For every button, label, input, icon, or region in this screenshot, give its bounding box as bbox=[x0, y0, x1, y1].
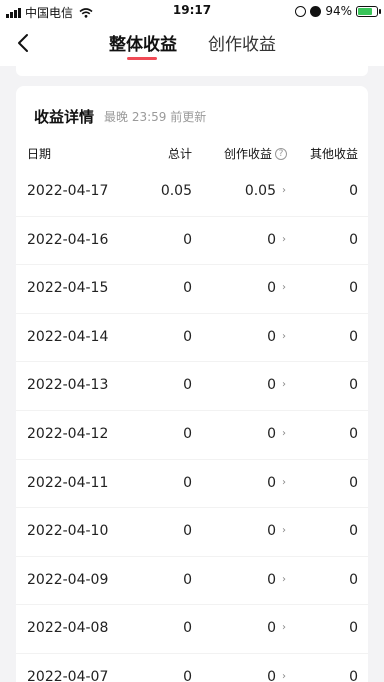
row-total: 0 bbox=[183, 231, 192, 248]
battery-percent: 94% bbox=[325, 4, 352, 18]
status-right: 94% bbox=[295, 4, 381, 18]
summary-card-bottom bbox=[16, 66, 368, 76]
row-date: 2022-04-08 bbox=[27, 620, 109, 637]
row-creation-income[interactable]: 0.05 bbox=[245, 183, 276, 199]
row-other-income: 0 bbox=[349, 474, 358, 491]
chevron-right-icon[interactable]: › bbox=[282, 622, 286, 633]
row-total: 0 bbox=[183, 668, 192, 682]
table-row: 2022-04-14 0 0 0 › bbox=[16, 314, 368, 363]
income-details-card: 收益详情 最晚 23:59 前更新 日期 总计 创作收益 ? 其他收益 2022… bbox=[16, 86, 368, 682]
chevron-right-icon[interactable]: › bbox=[282, 525, 286, 536]
table-row: 2022-04-16 0 0 0 › bbox=[16, 217, 368, 266]
column-header-creation: 创作收益 ? bbox=[224, 145, 287, 162]
row-total: 0 bbox=[183, 425, 192, 442]
table-row: 2022-04-15 0 0 0 › bbox=[16, 265, 368, 314]
row-creation-income[interactable]: 0 bbox=[267, 475, 276, 491]
income-rows: 2022-04-17 0.05 0.05 0 › 2022-04-16 0 0 0 › 2022-0… bbox=[16, 168, 368, 682]
row-total: 0 bbox=[183, 474, 192, 491]
chevron-right-icon[interactable]: › bbox=[282, 428, 286, 439]
row-total: 0 bbox=[183, 571, 192, 588]
chevron-right-icon[interactable]: › bbox=[282, 234, 286, 245]
row-other-income: 0 bbox=[349, 328, 358, 345]
column-header-total: 总计 bbox=[167, 147, 192, 161]
header: 整体收益 创作收益 bbox=[0, 22, 384, 66]
row-date: 2022-04-17 bbox=[27, 183, 109, 199]
battery-icon bbox=[356, 5, 381, 17]
row-total: 0.05 bbox=[160, 183, 192, 199]
chevron-right-icon[interactable]: › bbox=[282, 331, 286, 342]
row-other-income: 0 bbox=[349, 425, 358, 442]
help-icon[interactable]: ? bbox=[275, 147, 287, 160]
row-creation-income[interactable]: 0 bbox=[267, 523, 276, 539]
row-total: 0 bbox=[183, 280, 192, 297]
row-other-income: 0 bbox=[349, 280, 358, 297]
column-header-other: 其他收益 bbox=[309, 147, 358, 161]
row-date: 2022-04-09 bbox=[27, 571, 109, 588]
row-date: 2022-04-15 bbox=[27, 280, 109, 297]
table-row: 2022-04-17 0.05 0.05 0 › bbox=[16, 168, 368, 217]
row-date: 2022-04-14 bbox=[27, 328, 109, 345]
details-title: 收益详情 bbox=[34, 108, 95, 126]
row-other-income: 0 bbox=[349, 183, 358, 199]
row-total: 0 bbox=[183, 523, 192, 540]
table-row: 2022-04-10 0 0 0 › bbox=[16, 508, 368, 557]
active-tab-indicator bbox=[127, 57, 157, 60]
row-date: 2022-04-11 bbox=[27, 474, 109, 491]
update-note: 最晚 23:59 前更新 bbox=[104, 110, 207, 124]
chevron-right-icon[interactable]: › bbox=[282, 671, 286, 682]
row-other-income: 0 bbox=[349, 620, 358, 637]
table-row: 2022-04-07 0 0 0 › bbox=[16, 654, 368, 682]
row-other-income: 0 bbox=[349, 231, 358, 248]
row-date: 2022-04-13 bbox=[27, 377, 109, 394]
row-other-income: 0 bbox=[349, 571, 358, 588]
row-creation-income[interactable]: 0 bbox=[267, 620, 276, 636]
row-other-income: 0 bbox=[349, 523, 358, 540]
table-row: 2022-04-08 0 0 0 › bbox=[16, 605, 368, 654]
chevron-right-icon[interactable]: › bbox=[282, 574, 286, 585]
row-creation-income[interactable]: 0 bbox=[267, 280, 276, 296]
table-row: 2022-04-09 0 0 0 › bbox=[16, 557, 368, 606]
orientation-lock-icon bbox=[295, 5, 307, 17]
column-header-creation-label: 创作收益 bbox=[223, 147, 272, 161]
table-row: 2022-04-11 0 0 0 › bbox=[16, 460, 368, 509]
chevron-right-icon[interactable]: › bbox=[282, 282, 286, 293]
row-creation-income[interactable]: 0 bbox=[267, 669, 276, 682]
row-date: 2022-04-07 bbox=[27, 668, 109, 682]
column-header-date: 日期 bbox=[27, 147, 52, 161]
row-other-income: 0 bbox=[349, 377, 358, 394]
row-creation-income[interactable]: 0 bbox=[267, 377, 276, 393]
row-other-income: 0 bbox=[349, 668, 358, 682]
chevron-right-icon[interactable]: › bbox=[282, 379, 286, 390]
chevron-right-icon[interactable]: › bbox=[282, 185, 286, 196]
row-creation-income[interactable]: 0 bbox=[267, 329, 276, 345]
tab-overall-income[interactable]: 整体收益 bbox=[109, 30, 177, 55]
tab-creation-income[interactable]: 创作收益 bbox=[208, 30, 276, 55]
back-button[interactable] bbox=[8, 28, 38, 58]
table-row: 2022-04-13 0 0 0 › bbox=[16, 362, 368, 411]
back-chevron-icon bbox=[18, 34, 28, 52]
row-total: 0 bbox=[183, 328, 192, 345]
status-bar: 中国电信 19:17 94% bbox=[0, 0, 384, 22]
row-date: 2022-04-16 bbox=[27, 231, 109, 248]
row-date: 2022-04-10 bbox=[27, 523, 109, 540]
row-total: 0 bbox=[183, 620, 192, 637]
row-date: 2022-04-12 bbox=[27, 425, 109, 442]
row-creation-income[interactable]: 0 bbox=[267, 572, 276, 588]
row-creation-income[interactable]: 0 bbox=[267, 426, 276, 442]
row-total: 0 bbox=[183, 377, 192, 394]
row-creation-income[interactable]: 0 bbox=[267, 232, 276, 248]
alarm-icon bbox=[310, 5, 322, 17]
chevron-right-icon[interactable]: › bbox=[282, 477, 286, 488]
table-row: 2022-04-12 0 0 0 › bbox=[16, 411, 368, 460]
